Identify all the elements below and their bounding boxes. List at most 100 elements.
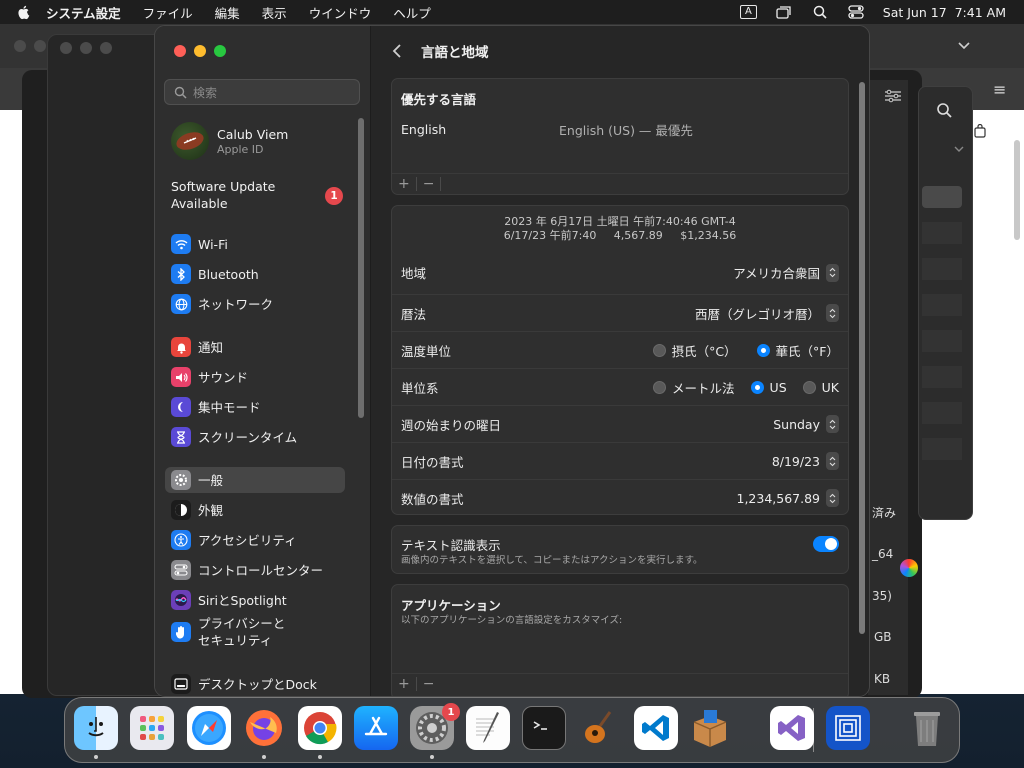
control-center-toggle-icon[interactable] (847, 5, 865, 19)
sidebar-item-wifi[interactable]: Wi-Fi (165, 231, 345, 257)
content-pane: 言語と地域 優先する言語 English English (US) — 最優先 … (371, 26, 869, 696)
dock-textedit[interactable] (466, 706, 510, 750)
region-select[interactable]: アメリカ合衆国 (733, 263, 839, 282)
add-application-button[interactable]: + (392, 676, 416, 692)
close-button[interactable] (174, 45, 186, 57)
date-format-select[interactable]: 8/19/23 (772, 452, 839, 470)
dock-installer[interactable] (688, 706, 732, 750)
guitar-icon (585, 711, 612, 743)
dock-garageband[interactable] (578, 706, 622, 750)
dock-trash[interactable] (905, 706, 949, 750)
menu-file[interactable]: ファイル (143, 3, 193, 22)
remove-application-button[interactable]: − (417, 676, 441, 692)
dock-safari[interactable] (187, 706, 231, 750)
chevron-down-icon[interactable] (957, 41, 971, 51)
minimize-button[interactable] (194, 45, 206, 57)
remote-desktop-icon (835, 715, 861, 741)
sidebar-item-sound[interactable]: サウンド (165, 364, 345, 390)
fahrenheit-radio[interactable]: 華氏（°F） (756, 341, 839, 360)
sidebar-item-desktop-dock[interactable]: デスクトップとDock (165, 671, 345, 696)
gear-icon (171, 470, 191, 490)
date-format-value: 8/19/23 (771, 453, 820, 469)
sidebar-item-siri-spotlight[interactable]: SiriとSpotlight (165, 587, 345, 613)
hamburger-menu-icon[interactable]: ≡ (993, 80, 1006, 99)
calendar-select[interactable]: 西暦（グレゴリオ暦） (695, 304, 839, 323)
sliders-icon[interactable] (884, 89, 902, 103)
back-chevron-icon[interactable] (391, 44, 405, 58)
chevron-down-icon-2[interactable] (953, 145, 965, 153)
sidebar-item-label: スクリーンタイム (198, 429, 298, 445)
dock-finder[interactable] (74, 706, 118, 750)
color-picker-icon[interactable] (900, 559, 918, 577)
shopping-bag-icon[interactable] (974, 124, 986, 138)
background-scrollbar[interactable] (1014, 140, 1020, 240)
dock-launchpad[interactable] (130, 706, 174, 750)
radio-off-icon (802, 380, 816, 394)
add-language-button[interactable]: + (392, 176, 416, 192)
sidebar-item-accessibility[interactable]: アクセシビリティ (165, 527, 345, 553)
sidebar-item-screen-time[interactable]: スクリーンタイム (165, 424, 345, 450)
metric-radio[interactable]: メートル法 (653, 378, 735, 397)
metric-label: メートル法 (672, 380, 735, 396)
appearance-icon (171, 500, 191, 520)
system-settings-badge: 1 (442, 703, 460, 721)
spotlight-search-icon[interactable] (811, 5, 829, 19)
input-source-indicator[interactable]: A (739, 5, 757, 19)
us-radio[interactable]: US (750, 380, 787, 395)
apple-id-profile[interactable]: Calub Viem Apple ID (171, 122, 288, 160)
sidebar-item-bluetooth[interactable]: Bluetooth (165, 261, 345, 287)
dock-vscode[interactable] (634, 706, 678, 750)
dock-terminal[interactable] (522, 706, 566, 750)
sidebar-item-control-center[interactable]: コントロールセンター (165, 557, 345, 583)
temperature-options: 摂氏（°C） 華氏（°F） (639, 341, 839, 360)
sidebar-item-focus[interactable]: 集中モード (165, 394, 345, 420)
dock-chrome[interactable] (298, 706, 342, 750)
uk-radio[interactable]: UK (802, 380, 839, 395)
sidebar-scrollbar[interactable] (358, 118, 364, 418)
menu-app-name[interactable]: システム設定 (46, 3, 121, 22)
window-stack-icon[interactable] (775, 5, 793, 19)
live-text-description: 画像内のテキストを選択して、コピーまたはアクションを実行します。 (401, 555, 703, 566)
search-icon[interactable] (936, 102, 952, 118)
live-text-toggle[interactable] (813, 536, 839, 552)
software-update-item[interactable]: Software Update Available 1 (171, 178, 351, 212)
sidebar-item-notifications[interactable]: 通知 (165, 334, 345, 360)
sidebar-item-label: コントロールセンター (198, 562, 324, 578)
menu-view[interactable]: 表示 (262, 3, 287, 22)
dock-remote-desktop[interactable] (826, 706, 870, 750)
region-value: アメリカ合衆国 (733, 266, 820, 281)
region-format-card: 2023 年 6月17日 土曜日 午前7:40:46 GMT-4 6/17/23… (391, 205, 849, 515)
first-day-select[interactable]: Sunday (773, 415, 839, 433)
sidebar-item-label: 一般 (198, 472, 224, 488)
search-input[interactable]: 検索 (164, 79, 360, 105)
bell-icon (171, 337, 191, 357)
dock-app-store[interactable] (354, 706, 398, 750)
menu-window[interactable]: ウインドウ (309, 3, 372, 22)
search-icon (174, 86, 187, 99)
software-update-badge: 1 (325, 187, 343, 205)
sidebar-item-general[interactable]: 一般 (165, 467, 345, 493)
software-update-label: Software Update Available (171, 179, 276, 211)
measurement-label: 単位系 (401, 380, 439, 396)
sidebar-item-appearance[interactable]: 外観 (165, 497, 345, 523)
menu-help[interactable]: ヘルプ (393, 3, 431, 22)
dock-visual-studio[interactable] (770, 706, 814, 750)
celsius-radio[interactable]: 摂氏（°C） (652, 341, 737, 360)
sidebar-item-network[interactable]: ネットワーク (165, 291, 345, 317)
menubar-clock[interactable]: Sat Jun 17 7:41 AM (883, 5, 1006, 20)
sidebar-item-privacy-security[interactable]: プライバシーと セキュリティ (165, 614, 345, 650)
bluetooth-icon (171, 264, 191, 284)
region-label: 地域 (401, 266, 427, 281)
accessibility-icon (171, 530, 191, 550)
menu-edit[interactable]: 編集 (215, 3, 240, 22)
apple-menu-icon[interactable] (16, 4, 32, 20)
sidebar-item-label: アクセシビリティ (198, 532, 297, 548)
first-day-row: 週の始まりの曜日 Sunday (392, 405, 848, 442)
zoom-button[interactable] (214, 45, 226, 57)
content-scrollbar[interactable] (859, 82, 865, 634)
dock-firefox[interactable] (242, 706, 286, 750)
number-format-select[interactable]: 1,234,567.89 (737, 489, 839, 507)
applications-card: アプリケーション 以下のアプリケーションの言語設定をカスタマイズ: + − (391, 584, 849, 696)
language-row[interactable]: English English (US) — 最優先 (392, 113, 848, 145)
remove-language-button[interactable]: − (417, 176, 441, 192)
